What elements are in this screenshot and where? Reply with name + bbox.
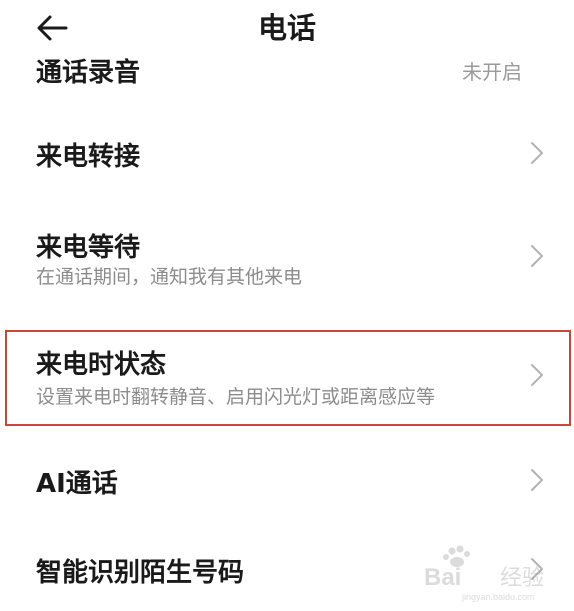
settings-item-call-forwarding[interactable]: 来电转接: [0, 112, 574, 194]
settings-item-title: 来电转接: [36, 142, 141, 172]
page-title: 电话: [257, 11, 316, 45]
settings-item-title: AI通话: [36, 469, 118, 499]
settings-item-ai-call[interactable]: AI通话: [0, 440, 574, 522]
chevron-right-icon: [531, 558, 543, 580]
chevron-right-icon: [531, 364, 543, 386]
settings-item-subtitle: 在通话期间，通知我有其他来电: [36, 266, 303, 288]
settings-item-incoming-call-status[interactable]: 来电时状态 设置来电时翻转静音、启用闪光灯或距离感应等: [0, 330, 574, 426]
chevron-right-icon: [531, 469, 543, 491]
settings-item-partial-value: 未开启: [462, 60, 522, 84]
settings-item-smart-identify[interactable]: 智能识别陌生号码: [0, 530, 574, 610]
chevron-right-icon: [531, 245, 543, 267]
settings-item-call-waiting[interactable]: 来电等待 在通话期间，通知我有其他来电: [0, 212, 574, 310]
settings-item-title: 智能识别陌生号码: [36, 558, 245, 588]
top-app-bar: 电话: [0, 0, 574, 58]
settings-item-title: 来电时状态: [36, 350, 167, 380]
settings-item-subtitle: 设置来电时翻转静音、启用闪光灯或距离感应等: [36, 386, 436, 408]
chevron-right-icon: [531, 142, 543, 164]
settings-item-title: 来电等待: [36, 233, 141, 263]
